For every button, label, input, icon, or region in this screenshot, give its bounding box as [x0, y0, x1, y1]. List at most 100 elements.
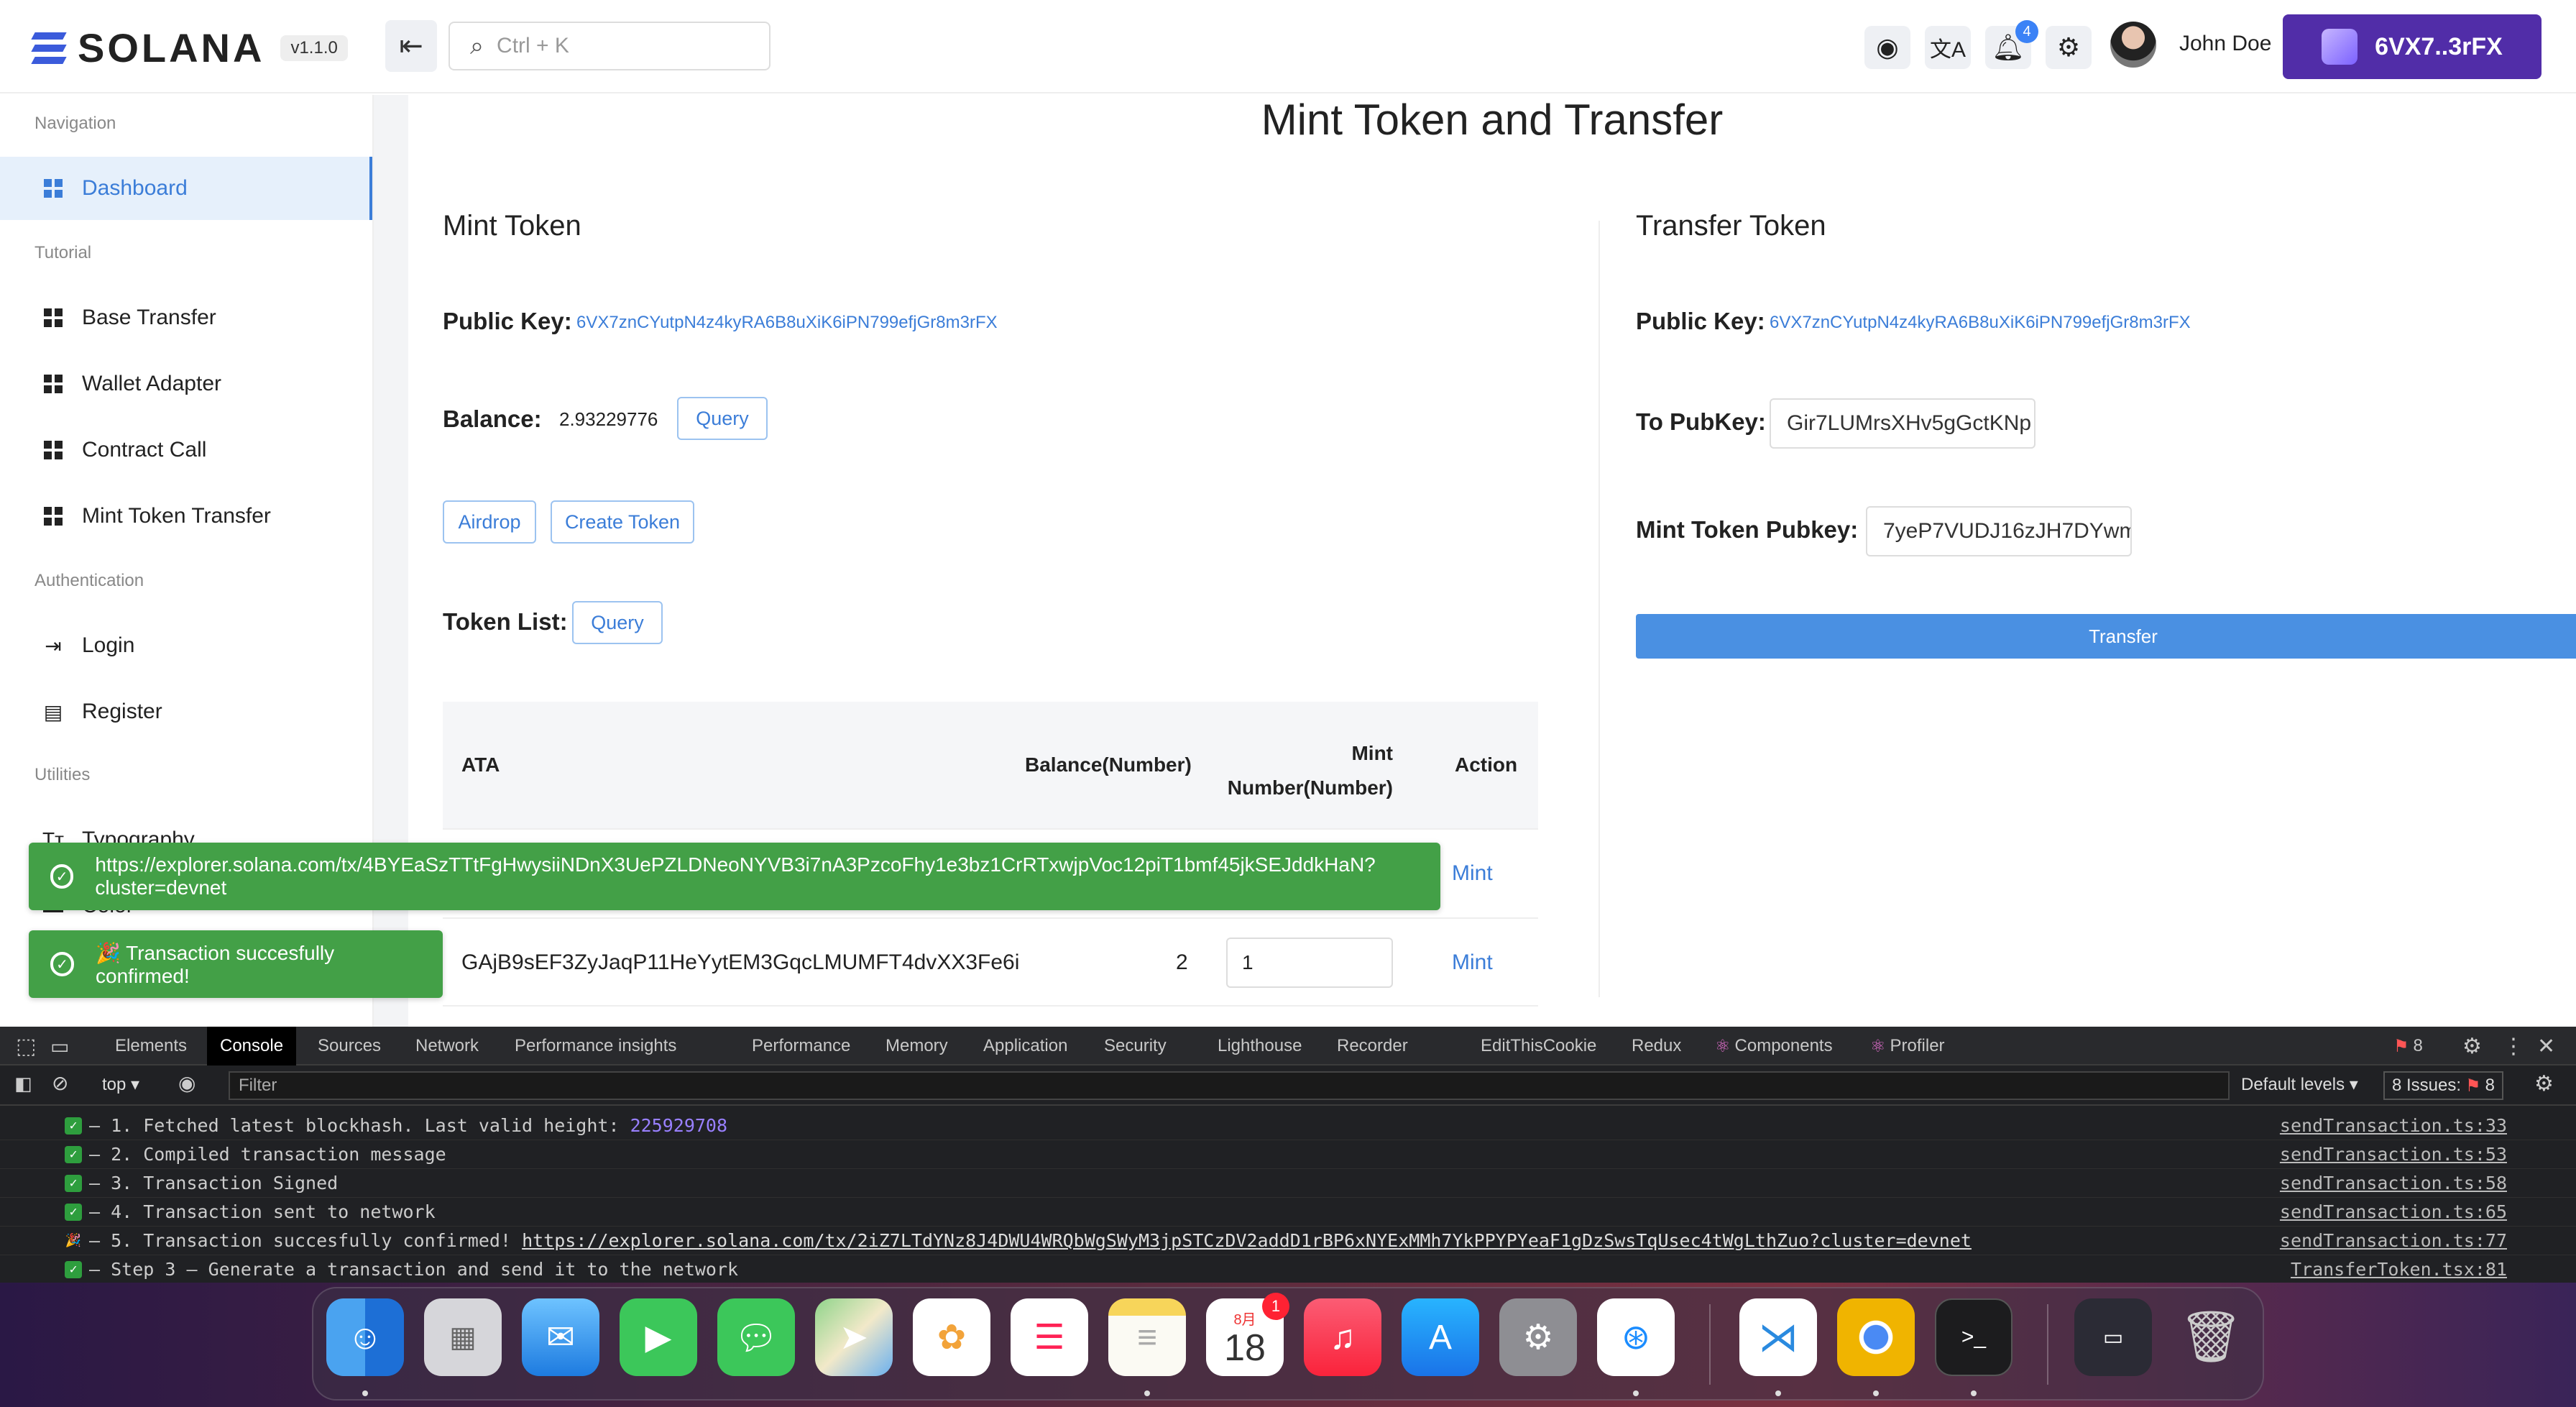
log-levels-select[interactable]: Default levels ▾: [2241, 1074, 2358, 1095]
context-value: top: [102, 1075, 126, 1094]
mint-number-input[interactable]: 1: [1226, 938, 1393, 988]
system-settings-icon[interactable]: ⚙: [1499, 1298, 1577, 1376]
trash-icon[interactable]: 🗑︎: [2172, 1298, 2250, 1376]
device-toggle-icon[interactable]: ▭: [50, 1027, 69, 1065]
tab-lighthouse[interactable]: Lighthouse: [1218, 1027, 1302, 1065]
devtools-settings-icon[interactable]: ⚙: [2462, 1027, 2482, 1065]
app-store-icon[interactable]: A: [1402, 1298, 1479, 1376]
issues-button[interactable]: 8 Issues: ⚑ 8: [2383, 1071, 2503, 1100]
grid-icon: [43, 507, 63, 526]
error-count: 8: [2413, 1036, 2423, 1055]
tab-performance-insights[interactable]: Performance insights: [515, 1027, 676, 1065]
sidebar-item-label: Login: [82, 633, 135, 657]
photos-icon[interactable]: ✿: [913, 1298, 990, 1376]
close-icon[interactable]: ✕: [2537, 1027, 2555, 1065]
create-token-button[interactable]: Create Token: [551, 500, 694, 544]
chrome-icon[interactable]: [1837, 1298, 1915, 1376]
solana-logo[interactable]: SOLANA v1.1.0: [31, 24, 348, 71]
sidebar-item-dashboard[interactable]: Dashboard: [0, 157, 372, 220]
calendar-icon[interactable]: 8月 18 1: [1206, 1293, 1289, 1376]
tab-profiler[interactable]: ⚛ Profiler: [1870, 1027, 1945, 1065]
transfer-public-key-value[interactable]: 6VX7znCYutpN4z4kyRA6B8uXiK6iPN799efjGr8m…: [1770, 313, 2191, 333]
mint-link[interactable]: Mint: [1452, 861, 1493, 886]
log-source-link[interactable]: sendTransaction.ts:53: [2280, 1144, 2507, 1165]
page-title: Mint Token and Transfer: [1261, 96, 1724, 144]
issues-count: 8: [2485, 1076, 2495, 1095]
window-preview-icon[interactable]: ▭: [2074, 1298, 2152, 1376]
log-source-link[interactable]: TransferToken.tsx:81: [2291, 1259, 2507, 1280]
tab-components[interactable]: ⚛ Components: [1715, 1027, 1833, 1065]
maps-icon[interactable]: ➤: [815, 1298, 893, 1376]
tab-application[interactable]: Application: [983, 1027, 1067, 1065]
sidebar-item-base-transfer[interactable]: Base Transfer: [0, 286, 372, 349]
mail-icon[interactable]: ✉: [522, 1298, 599, 1376]
github-button[interactable]: ◉: [1864, 26, 1910, 69]
reminders-icon[interactable]: ☰: [1011, 1298, 1088, 1376]
console-log-entry: ✓ – Step 3 – Generate a transaction and …: [0, 1255, 2576, 1284]
sidebar-toggle-icon[interactable]: ◧: [14, 1073, 32, 1095]
tab-console[interactable]: Console: [207, 1027, 297, 1065]
transfer-button[interactable]: Transfer: [1636, 614, 2576, 659]
sidebar-item-mint-token-transfer[interactable]: Mint Token Transfer: [0, 485, 372, 548]
tab-security[interactable]: Security: [1104, 1027, 1167, 1065]
airdrop-button[interactable]: Airdrop: [443, 500, 536, 544]
inspect-icon[interactable]: ⬚: [16, 1027, 36, 1065]
sidebar-item-label: Base Transfer: [82, 306, 216, 329]
sidebar-item-label: Register: [82, 700, 162, 723]
sidebar-item-contract-call[interactable]: Contract Call: [0, 418, 372, 482]
mint-public-key-value[interactable]: 6VX7znCYutpN4z4kyRA6B8uXiK6iPN799efjGr8m…: [576, 313, 998, 333]
wallet-button[interactable]: 6VX7..3rFX: [2283, 14, 2542, 79]
safari-icon[interactable]: ⊛: [1597, 1298, 1675, 1376]
sidebar-item-wallet-adapter[interactable]: Wallet Adapter: [0, 352, 372, 416]
user-name[interactable]: John Doe: [2179, 32, 2271, 56]
translate-button[interactable]: 文A: [1925, 26, 1971, 69]
log-source-link[interactable]: sendTransaction.ts:77: [2280, 1230, 2507, 1251]
tab-performance[interactable]: Performance: [752, 1027, 850, 1065]
balance-query-button[interactable]: Query: [677, 397, 768, 440]
log-source-link[interactable]: sendTransaction.ts:33: [2280, 1115, 2507, 1136]
log-source-link[interactable]: sendTransaction.ts:58: [2280, 1173, 2507, 1193]
launchpad-icon[interactable]: ▦: [424, 1298, 502, 1376]
to-pubkey-input[interactable]: Gir7LUMrsXHv5gGctKNp: [1770, 398, 2036, 449]
mint-pubkey-input[interactable]: 7yeP7VUDJ16zJH7DYwme: [1866, 506, 2132, 556]
console-filter-input[interactable]: Filter: [229, 1071, 2230, 1100]
transfer-public-key-label: Public Key:: [1636, 308, 1765, 334]
check-mark-icon: ✓: [65, 1174, 82, 1192]
toast-explorer-link[interactable]: ✓ https://explorer.solana.com/tx/4BYEaSz…: [29, 843, 1440, 910]
terminal-icon[interactable]: >_: [1935, 1298, 2012, 1376]
tab-redux[interactable]: Redux: [1632, 1027, 1681, 1065]
toast-confirmed[interactable]: ✓ 🎉 Transaction succesfully confirmed!: [29, 930, 443, 998]
search-input[interactable]: ⌕ Ctrl + K: [448, 22, 770, 70]
avatar[interactable]: [2110, 22, 2156, 68]
vscode-icon[interactable]: ⋊: [1739, 1298, 1817, 1376]
music-icon[interactable]: ♫: [1304, 1298, 1381, 1376]
mint-link[interactable]: Mint: [1452, 950, 1493, 975]
log-source-link[interactable]: sendTransaction.ts:65: [2280, 1201, 2507, 1222]
clear-console-icon[interactable]: ⊘: [52, 1071, 68, 1095]
kebab-menu-icon[interactable]: ⋮: [2503, 1027, 2524, 1065]
notes-icon[interactable]: ≡: [1108, 1298, 1186, 1376]
facetime-icon[interactable]: ▶: [620, 1298, 697, 1376]
error-counter[interactable]: ⚑ 8: [2393, 1027, 2423, 1065]
context-select[interactable]: top ▾: [102, 1074, 139, 1095]
token-list-query-button[interactable]: Query: [572, 601, 663, 644]
sidebar-item-login[interactable]: ⇥ Login: [0, 614, 372, 677]
sidebar-item-register[interactable]: ▤ Register: [0, 680, 372, 743]
notifications-button[interactable]: 🔔︎ 4: [1985, 20, 2038, 69]
messages-icon[interactable]: 💬︎: [717, 1298, 795, 1376]
log-explorer-link[interactable]: https://explorer.solana.com/tx/2iZ7LTdYN…: [522, 1230, 1972, 1251]
console-settings-icon[interactable]: ⚙: [2534, 1071, 2554, 1096]
check-mark-icon: ✓: [65, 1203, 82, 1221]
eye-icon[interactable]: ◉: [178, 1071, 196, 1095]
tab-recorder[interactable]: Recorder: [1337, 1027, 1408, 1065]
tab-editthiscookie[interactable]: EditThisCookie: [1481, 1027, 1596, 1065]
collapse-sidebar-button[interactable]: ⇤: [385, 20, 437, 72]
tab-sources[interactable]: Sources: [318, 1027, 381, 1065]
settings-button[interactable]: ⚙: [2046, 26, 2092, 69]
log-text: – 3. Transaction Signed: [89, 1173, 339, 1193]
tab-memory[interactable]: Memory: [886, 1027, 948, 1065]
notification-badge: 4: [2015, 20, 2038, 43]
finder-icon[interactable]: ☺: [326, 1298, 404, 1376]
tab-network[interactable]: Network: [415, 1027, 479, 1065]
tab-elements[interactable]: Elements: [115, 1027, 187, 1065]
